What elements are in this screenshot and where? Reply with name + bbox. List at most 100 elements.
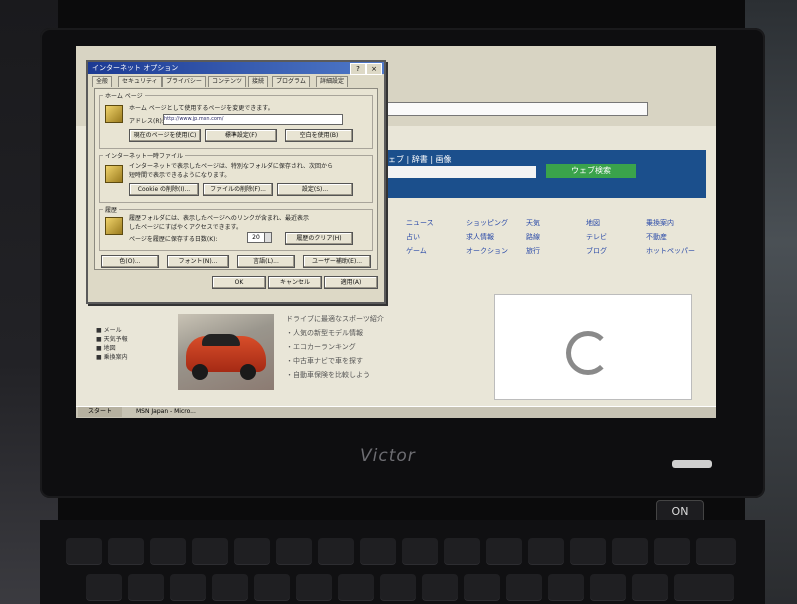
portal-link[interactable]: ブログ xyxy=(586,246,607,256)
key[interactable] xyxy=(276,538,312,564)
portal-link[interactable]: ホットペッパー xyxy=(646,246,695,256)
portal-link[interactable]: 路線 xyxy=(526,232,540,242)
delete-files-button[interactable]: ファイルの削除(F)... xyxy=(203,183,273,196)
history-days-field[interactable]: 20 xyxy=(247,232,265,243)
key[interactable] xyxy=(696,538,736,564)
key[interactable] xyxy=(86,574,122,600)
web-search-button[interactable]: ウェブ検索 xyxy=(546,164,636,178)
key[interactable] xyxy=(422,574,458,600)
news-line[interactable]: ・エコカーランキング xyxy=(286,342,356,352)
key[interactable] xyxy=(612,538,648,564)
left-link[interactable]: ■ 地図 xyxy=(96,344,128,353)
loading-logo-icon xyxy=(566,331,610,375)
internet-options-dialog: インターネット オプション ? × 全般 セキュリティ プライバシー コンテンツ… xyxy=(86,60,386,304)
address-label: アドレス(R): xyxy=(129,118,164,125)
key[interactable] xyxy=(444,538,480,564)
tab-security[interactable]: セキュリティ xyxy=(118,76,162,87)
key[interactable] xyxy=(654,538,690,564)
news-line[interactable]: ・中古車ナビで車を探す xyxy=(286,356,363,366)
key[interactable] xyxy=(486,538,522,564)
portal-link[interactable]: 旅行 xyxy=(526,246,540,256)
tab-general[interactable]: 全般 xyxy=(92,76,113,87)
cancel-button[interactable]: キャンセル xyxy=(268,276,322,289)
ok-button[interactable]: OK xyxy=(212,276,266,289)
portal-link[interactable]: 求人情報 xyxy=(466,232,494,242)
news-line[interactable]: ・自動車保険を比較しよう xyxy=(286,370,370,380)
key[interactable] xyxy=(464,574,500,600)
history-icon xyxy=(105,217,123,235)
help-button[interactable]: ? xyxy=(350,63,366,75)
key[interactable] xyxy=(570,538,606,564)
use-default-button[interactable]: 標準設定(F) xyxy=(205,129,277,142)
news-line[interactable]: ドライブに最適なスポーツ紹介 xyxy=(286,314,384,324)
portal-links: ニュース ショッピング 天気 地図 乗換案内占い 求人情報 路線 テレビ 不動産ゲーム オークショ… xyxy=(406,218,706,290)
close-button[interactable]: × xyxy=(366,63,382,75)
left-link[interactable]: ■ メール xyxy=(96,326,128,335)
history-desc-1: 履歴フォルダには、表示したページへのリンクが含まれ、最近表示 xyxy=(129,215,309,222)
key[interactable] xyxy=(360,538,396,564)
news-line[interactable]: ・人気の新型モデル情報 xyxy=(286,328,363,338)
history-days-label: ページを履歴に保存する日数(K): xyxy=(129,236,218,243)
clear-history-button[interactable]: 履歴のクリア(H) xyxy=(285,232,353,245)
portal-link[interactable]: 不動産 xyxy=(646,232,667,242)
left-links: ■ メール ■ 天気予報 ■ 地図 ■ 乗換案内 xyxy=(96,326,128,362)
key[interactable] xyxy=(170,574,206,600)
fonts-button[interactable]: フォント(N)... xyxy=(167,255,229,268)
key[interactable] xyxy=(254,574,290,600)
temp-settings-button[interactable]: 設定(S)... xyxy=(277,183,353,196)
key[interactable] xyxy=(150,538,186,564)
key[interactable] xyxy=(66,538,102,564)
portal-link[interactable]: ゲーム xyxy=(406,246,427,256)
laptop-brand-logo: Victor xyxy=(360,446,416,466)
tab-privacy[interactable]: プライバシー xyxy=(162,76,206,87)
tab-advanced[interactable]: 詳細設定 xyxy=(316,76,349,87)
web-search-input[interactable] xyxy=(376,166,536,178)
key[interactable] xyxy=(128,574,164,600)
key[interactable] xyxy=(380,574,416,600)
tab-content[interactable]: コンテンツ xyxy=(208,76,247,87)
key[interactable] xyxy=(108,538,144,564)
temp-files-desc-2: 短時間で表示できるようになります。 xyxy=(129,172,231,179)
key[interactable] xyxy=(212,574,248,600)
accessibility-button[interactable]: ユーザー補助(E)... xyxy=(303,255,371,268)
key[interactable] xyxy=(528,538,564,564)
languages-button[interactable]: 言語(L)... xyxy=(237,255,295,268)
portal-link[interactable]: オークション xyxy=(466,246,508,256)
portal-link[interactable]: 天気 xyxy=(526,218,540,228)
use-current-button[interactable]: 現在のページを使用(C) xyxy=(129,129,201,142)
use-blank-button[interactable]: 空白を使用(B) xyxy=(285,129,353,142)
address-bar[interactable] xyxy=(376,102,648,116)
left-link[interactable]: ■ 乗換案内 xyxy=(96,353,128,362)
tab-programs[interactable]: プログラム xyxy=(272,76,310,87)
colors-button[interactable]: 色(O)... xyxy=(101,255,159,268)
portal-link[interactable]: ニュース xyxy=(406,218,434,228)
key[interactable] xyxy=(192,538,228,564)
key[interactable] xyxy=(338,574,374,600)
history-days-spinner[interactable] xyxy=(264,232,272,243)
car-image[interactable] xyxy=(178,314,274,390)
key[interactable] xyxy=(632,574,668,600)
portal-link[interactable]: テレビ xyxy=(586,232,607,242)
taskbar-item[interactable]: MSN Japan - Micro... xyxy=(136,407,216,417)
delete-cookies-button[interactable]: Cookie の削除(I)... xyxy=(129,183,199,196)
left-link[interactable]: ■ 天気予報 xyxy=(96,335,128,344)
portal-link[interactable]: 乗換案内 xyxy=(646,218,674,228)
portal-link[interactable]: ショッピング xyxy=(466,218,508,228)
history-desc-2: したページにすばやくアクセスできます。 xyxy=(129,224,243,231)
portal-link[interactable]: 地図 xyxy=(586,218,600,228)
keyboard xyxy=(40,520,765,604)
key[interactable] xyxy=(402,538,438,564)
portal-link[interactable]: 占い xyxy=(406,232,420,242)
apply-button[interactable]: 適用(A) xyxy=(324,276,378,289)
key[interactable] xyxy=(590,574,626,600)
key[interactable] xyxy=(318,538,354,564)
key[interactable] xyxy=(674,574,734,600)
start-button[interactable]: スタート xyxy=(78,407,122,417)
key[interactable] xyxy=(506,574,542,600)
dialog-title: インターネット オプション xyxy=(88,62,384,74)
key[interactable] xyxy=(234,538,270,564)
key[interactable] xyxy=(296,574,332,600)
key[interactable] xyxy=(548,574,584,600)
tab-connections[interactable]: 接続 xyxy=(248,76,269,87)
home-page-address-field[interactable]: http://www.jp.msn.com/ xyxy=(163,114,343,125)
